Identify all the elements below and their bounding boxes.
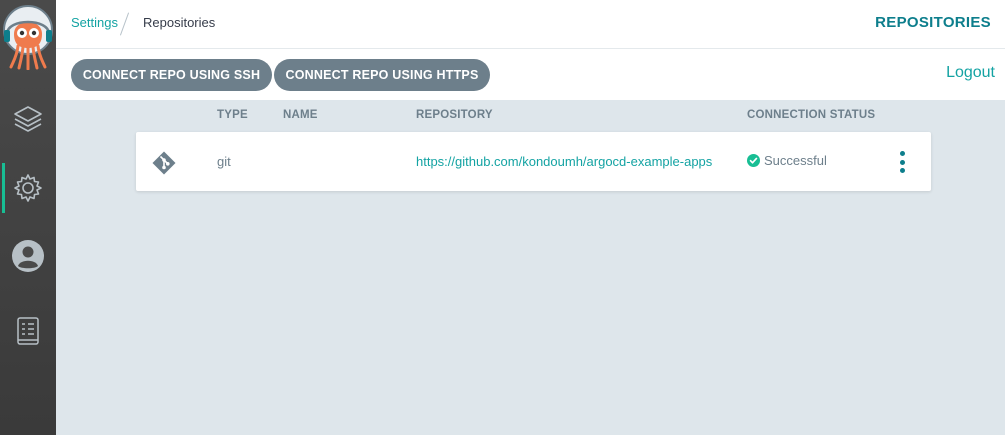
connect-ssh-button[interactable]: CONNECT REPO USING SSH bbox=[71, 59, 272, 91]
breadcrumb-settings-link[interactable]: Settings bbox=[71, 15, 118, 30]
gear-icon bbox=[14, 174, 42, 202]
column-header-repository: REPOSITORY bbox=[416, 109, 493, 121]
column-header-connection-status: CONNECTION STATUS bbox=[747, 109, 876, 121]
table-row[interactable]: git https://github.com/kondoumh/argocd-e… bbox=[136, 132, 931, 191]
breadcrumb-current: Repositories bbox=[143, 15, 216, 30]
nav-user-info[interactable] bbox=[0, 231, 56, 281]
toolbar: CONNECT REPO USING SSH CONNECT REPO USIN… bbox=[56, 49, 1005, 100]
nav-applications[interactable] bbox=[0, 94, 56, 144]
cell-connection-status: Successful bbox=[747, 153, 827, 168]
page-title: REPOSITORIES bbox=[875, 14, 991, 31]
cell-repository-link[interactable]: https://github.com/kondoumh/argocd-examp… bbox=[416, 154, 718, 169]
docs-icon bbox=[17, 317, 39, 345]
column-header-name: NAME bbox=[283, 109, 318, 121]
cell-type: git bbox=[217, 154, 231, 169]
column-header-type: TYPE bbox=[217, 109, 248, 121]
status-text: Successful bbox=[764, 153, 827, 168]
git-icon bbox=[152, 151, 176, 175]
sidebar bbox=[0, 0, 56, 435]
check-circle-icon bbox=[747, 154, 760, 167]
connect-https-button[interactable]: CONNECT REPO USING HTTPS bbox=[274, 59, 490, 91]
kebab-dot-icon bbox=[899, 151, 905, 156]
top-bar: Settings Repositories REPOSITORIES bbox=[56, 0, 1005, 49]
user-icon bbox=[12, 240, 44, 272]
layers-icon bbox=[14, 106, 42, 132]
kebab-dot-icon bbox=[899, 159, 905, 165]
nav-settings[interactable] bbox=[0, 163, 56, 213]
argo-logo[interactable] bbox=[3, 4, 53, 70]
row-actions-menu-button[interactable] bbox=[897, 151, 907, 173]
kebab-dot-icon bbox=[899, 168, 905, 173]
logout-link[interactable]: Logout bbox=[946, 64, 995, 82]
nav-documentation[interactable] bbox=[0, 306, 56, 356]
breadcrumb-separator bbox=[119, 12, 130, 36]
